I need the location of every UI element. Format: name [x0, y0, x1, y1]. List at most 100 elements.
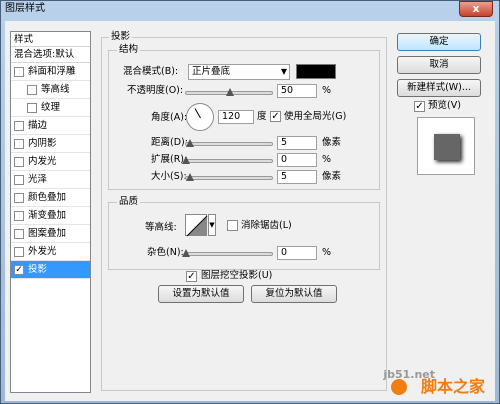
sidebar-item-label: 斜面和浮雕 — [28, 65, 76, 77]
contour-label: 等高线: — [145, 222, 177, 233]
sidebar-item-label: 投影 — [28, 263, 48, 275]
angle-input[interactable]: 120 — [218, 110, 254, 124]
noise-unit: % — [322, 247, 332, 258]
angle-dial[interactable] — [186, 103, 214, 131]
sidebar-item[interactable]: 纹理 — [11, 99, 90, 117]
contour-picker[interactable] — [185, 214, 208, 237]
style-preview — [417, 117, 475, 175]
sidebar-item-label: 光泽 — [28, 173, 48, 185]
layer-style-window: 图层样式 x 样式 混合选项:默认 斜面和浮雕等高线纹理描边内阴影内发光光泽颜色… — [0, 0, 500, 404]
sidebar-item-label: 图案叠加 — [28, 227, 67, 239]
blend-mode-label: 混合模式(B): — [123, 66, 179, 77]
sidebar-item[interactable]: 内发光 — [11, 153, 90, 171]
dialog-client: 样式 混合选项:默认 斜面和浮雕等高线纹理描边内阴影内发光光泽颜色叠加渐变叠加图… — [5, 21, 495, 401]
distance-unit: 像素 — [322, 137, 342, 148]
sidebar-item-checkbox[interactable] — [14, 174, 24, 185]
sidebar-item[interactable]: 等高线 — [11, 81, 90, 99]
chevron-down-icon: ▼ — [280, 67, 287, 76]
preview-checkbox[interactable]: ✓ — [414, 101, 425, 112]
sidebar-item-checkbox[interactable]: ✓ — [14, 264, 24, 275]
styles-sidebar: 样式 混合选项:默认 斜面和浮雕等高线纹理描边内阴影内发光光泽颜色叠加渐变叠加图… — [10, 31, 91, 393]
cancel-button[interactable]: 取消 — [397, 56, 481, 74]
angle-unit: 度 — [257, 111, 267, 122]
sidebar-item[interactable]: 光泽 — [11, 171, 90, 189]
sidebar-item-label: 纹理 — [41, 101, 61, 113]
knockout-checkbox[interactable]: ✓ — [186, 271, 197, 282]
spread-slider[interactable] — [182, 156, 273, 164]
panel-title: 投影 — [109, 31, 133, 43]
spread-input[interactable]: 0 — [277, 153, 317, 167]
preview-square — [434, 134, 460, 160]
sidebar-item-checkbox[interactable] — [27, 84, 37, 95]
watermark-logo-icon — [391, 379, 407, 395]
opacity-unit: % — [322, 85, 332, 96]
opacity-input[interactable]: 50 — [277, 84, 317, 98]
sidebar-item-label: 内阴影 — [28, 137, 57, 149]
sidebar-item[interactable]: 描边 — [11, 117, 90, 135]
distance-slider[interactable] — [185, 139, 273, 147]
sidebar-item-label: 颜色叠加 — [28, 191, 67, 203]
antialias-label[interactable]: 消除锯齿(L) — [241, 219, 292, 233]
global-light-label[interactable]: 使用全局光(G) — [284, 110, 346, 124]
sidebar-item-checkbox[interactable] — [27, 102, 37, 113]
sidebar-item-label: 渐变叠加 — [28, 209, 67, 221]
reset-default-button[interactable]: 复位为默认值 — [251, 285, 337, 303]
size-label: 大小(S): — [151, 171, 187, 182]
spread-unit: % — [322, 154, 332, 165]
ok-button[interactable]: 确定 — [397, 33, 481, 51]
blend-mode-select[interactable]: 正片叠底 ▼ — [188, 64, 290, 80]
sidebar-item[interactable]: ✓ 投影 — [11, 261, 90, 279]
opacity-slider-thumb[interactable] — [226, 88, 234, 96]
sidebar-item[interactable]: 内阴影 — [11, 135, 90, 153]
sidebar-item[interactable]: 图案叠加 — [11, 225, 90, 243]
distance-label: 距离(D): — [151, 137, 188, 148]
knockout-label[interactable]: 图层挖空投影(U) — [201, 269, 272, 283]
new-style-button[interactable]: 新建样式(W)... — [397, 79, 481, 97]
sidebar-item-checkbox[interactable] — [14, 120, 24, 131]
style-list: 斜面和浮雕等高线纹理描边内阴影内发光光泽颜色叠加渐变叠加图案叠加外发光 ✓ 投影 — [11, 63, 90, 279]
antialias-checkbox[interactable] — [227, 220, 238, 231]
sidebar-item[interactable]: 渐变叠加 — [11, 207, 90, 225]
angle-dial-needle — [194, 108, 201, 119]
sidebar-item-label: 等高线 — [41, 83, 70, 95]
global-light-checkbox[interactable]: ✓ — [270, 111, 281, 122]
sidebar-item-checkbox[interactable] — [14, 228, 24, 239]
preview-label[interactable]: 预览(V) — [428, 99, 461, 113]
sidebar-item-checkbox[interactable] — [14, 210, 24, 221]
make-default-button[interactable]: 设置为默认值 — [158, 285, 244, 303]
contour-curve-icon — [186, 215, 208, 237]
opacity-slider[interactable] — [185, 88, 273, 96]
contour-dropdown[interactable]: ▼ — [208, 214, 216, 236]
spread-slider-thumb[interactable] — [182, 156, 190, 164]
size-slider-thumb[interactable] — [186, 173, 194, 181]
sidebar-item-checkbox[interactable] — [14, 192, 24, 203]
opacity-label: 不透明度(O): — [127, 85, 184, 96]
sidebar-item[interactable]: 外发光 — [11, 243, 90, 261]
close-button[interactable]: x — [459, 1, 493, 17]
size-input[interactable]: 5 — [277, 170, 317, 184]
watermark-name: 脚本之家 — [420, 377, 485, 396]
noise-input[interactable]: 0 — [277, 246, 317, 260]
blend-mode-value: 正片叠底 — [192, 66, 231, 77]
sidebar-item-label: 描边 — [28, 119, 48, 131]
sidebar-item-checkbox[interactable] — [14, 156, 24, 167]
window-title: 图层样式 — [5, 3, 45, 14]
sidebar-item-label: 外发光 — [28, 245, 57, 257]
styles-header[interactable]: 样式 — [11, 32, 90, 47]
sidebar-item[interactable]: 颜色叠加 — [11, 189, 90, 207]
distance-input[interactable]: 5 — [277, 136, 317, 150]
angle-label: 角度(A): — [151, 112, 188, 123]
sidebar-item-checkbox[interactable] — [14, 66, 24, 77]
noise-slider[interactable] — [182, 249, 273, 257]
shadow-color-swatch[interactable] — [296, 64, 336, 79]
size-unit: 像素 — [322, 171, 342, 182]
distance-slider-thumb[interactable] — [186, 139, 194, 147]
size-slider[interactable] — [185, 173, 273, 181]
sidebar-item-checkbox[interactable] — [14, 138, 24, 149]
noise-slider-thumb[interactable] — [182, 249, 190, 257]
sidebar-item-checkbox[interactable] — [14, 246, 24, 257]
blend-options-item[interactable]: 混合选项:默认 — [11, 47, 90, 63]
structure-legend: 结构 — [117, 44, 141, 56]
sidebar-item[interactable]: 斜面和浮雕 — [11, 63, 90, 81]
noise-label: 杂色(N): — [147, 247, 184, 258]
